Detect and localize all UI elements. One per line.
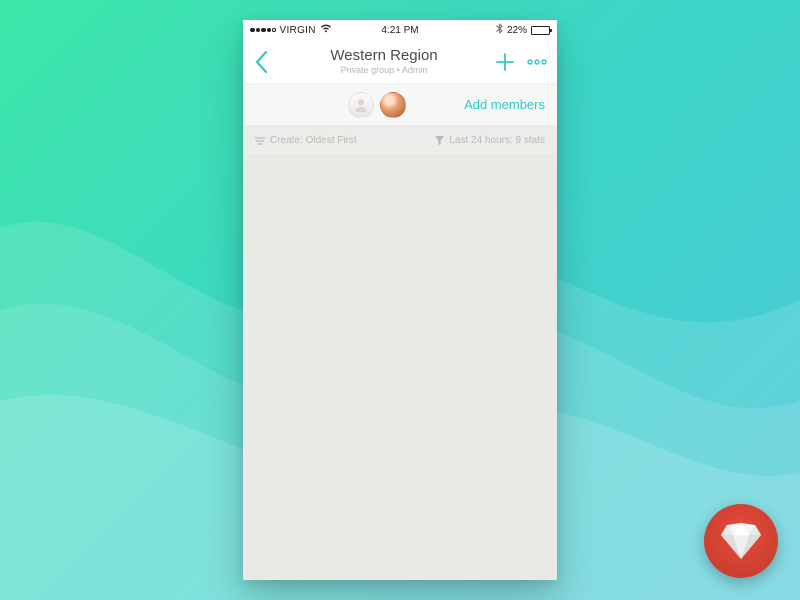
nav-title-group: Western Region Private group • Admin [279, 48, 489, 76]
more-horizontal-icon [527, 59, 547, 65]
avatar[interactable] [380, 92, 406, 118]
members-bar: Add members [243, 84, 557, 126]
bluetooth-icon [496, 23, 503, 37]
plus-icon [495, 52, 515, 72]
back-button[interactable] [243, 40, 279, 84]
sketch-badge [704, 504, 778, 578]
sort-icon [255, 137, 265, 145]
wifi-icon [320, 24, 332, 36]
status-bar: VIRGIN 4:21 PM 22% [243, 20, 557, 40]
filter-icon [435, 136, 444, 145]
page-title: Western Region [279, 48, 489, 65]
timeframe-control[interactable]: Last 24 hours: 9 stats [435, 135, 545, 146]
timeframe-label: Last 24 hours: 9 stats [449, 135, 545, 146]
nav-bar: Western Region Private group • Admin [243, 40, 557, 84]
page-subtitle: Private group • Admin [279, 65, 489, 75]
phone-frame: VIRGIN 4:21 PM 22% Western Region Privat… [243, 20, 557, 580]
battery-icon [531, 26, 550, 35]
content-area[interactable] [243, 156, 557, 580]
sort-label: Create: Oldest First [270, 135, 357, 146]
battery-percent: 22% [507, 25, 527, 36]
carrier-label: VIRGIN [280, 25, 316, 36]
signal-dots-icon [250, 28, 276, 33]
gem-icon [719, 521, 763, 561]
sort-control[interactable]: Create: Oldest First [255, 135, 357, 146]
more-button[interactable] [523, 40, 551, 84]
add-members-link[interactable]: Add members [464, 97, 545, 112]
add-button[interactable] [489, 40, 521, 84]
chevron-left-icon [255, 51, 268, 73]
avatar[interactable] [348, 92, 374, 118]
status-time: 4:21 PM [381, 25, 418, 36]
member-avatars [348, 92, 406, 118]
filter-bar: Create: Oldest First Last 24 hours: 9 st… [243, 126, 557, 156]
